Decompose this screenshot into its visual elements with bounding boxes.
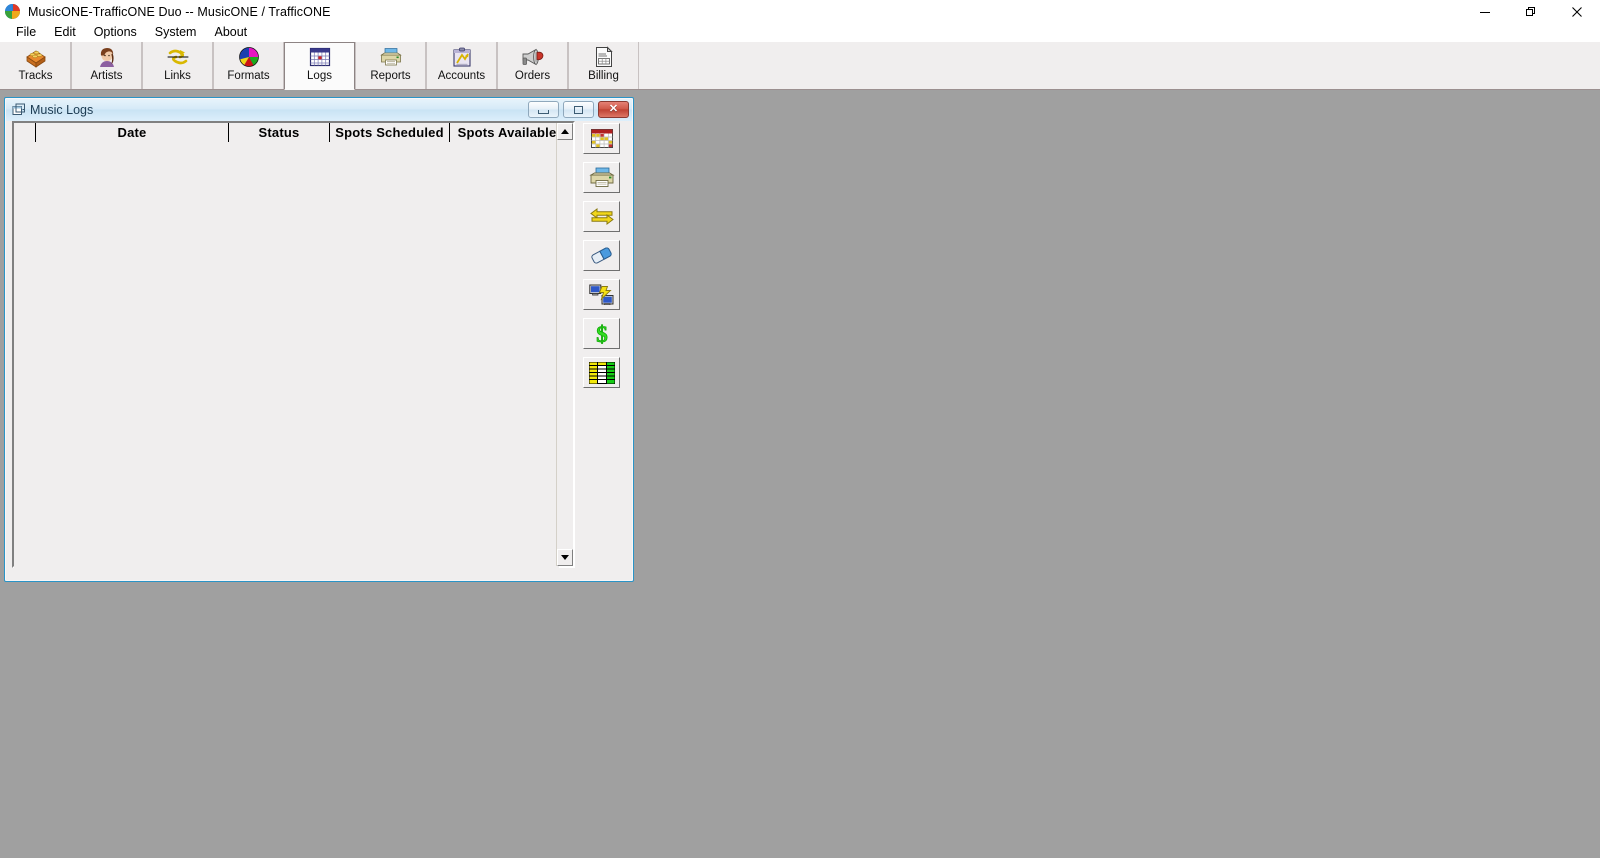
formats-pie-icon — [236, 45, 262, 69]
toolbar-label-artists: Artists — [90, 70, 123, 82]
mdi-window-icon — [12, 103, 26, 117]
menu-item-file[interactable]: File — [7, 24, 45, 42]
menu-item-edit[interactable]: Edit — [45, 24, 85, 42]
toolbar-button-links[interactable]: Links — [142, 42, 213, 89]
logs-grid-header-status[interactable]: Status — [229, 123, 330, 142]
toolbar-button-tracks[interactable]: Tracks — [0, 42, 71, 89]
toolbar-label-billing: Billing — [588, 70, 619, 82]
music-logs-titlebar[interactable]: Music Logs ✕ — [6, 99, 632, 121]
eraser-icon — [591, 247, 612, 264]
main-toolbar: Tracks Artists Links Formats Logs Report… — [0, 42, 1600, 90]
erase-log-button[interactable] — [583, 240, 620, 271]
menu-item-about[interactable]: About — [205, 24, 256, 42]
close-icon — [1572, 6, 1582, 17]
scroll-up-button[interactable] — [557, 123, 573, 140]
titlebar-left-group: MusicONE-TrafficONE Duo -- MusicONE / Tr… — [5, 0, 331, 23]
computer-transfer-icon — [589, 284, 614, 305]
music-logs-window: Music Logs ✕ Date Status Spots Scheduled… — [4, 97, 634, 582]
scrollbar-track[interactable] — [557, 140, 573, 549]
artist-person-icon — [94, 45, 120, 69]
logs-grid-header-spots-scheduled[interactable]: Spots Scheduled — [330, 123, 450, 142]
child-minimize-button[interactable] — [528, 101, 559, 118]
restore-button[interactable] — [1508, 0, 1554, 23]
scroll-up-arrow-icon — [561, 129, 569, 134]
export-log-button[interactable] — [583, 279, 620, 310]
logs-grid-header-date[interactable]: Date — [36, 123, 229, 142]
tracks-crate-icon — [23, 45, 49, 69]
close-icon: ✕ — [608, 103, 619, 115]
mdi-client-area: Music Logs ✕ Date Status Spots Scheduled… — [0, 90, 1600, 858]
dollar-sign-icon: $ — [595, 323, 608, 345]
toolbar-button-orders[interactable]: Orders — [497, 42, 568, 89]
billing-invoice-icon — [591, 45, 617, 69]
toolbar-label-tracks: Tracks — [18, 70, 53, 82]
toolbar-label-formats: Formats — [227, 70, 270, 82]
swap-arrows-icon — [589, 208, 614, 225]
child-close-button[interactable]: ✕ — [598, 101, 629, 118]
links-chain-icon — [165, 45, 191, 69]
billing-log-button[interactable]: $ — [583, 318, 620, 349]
logs-grid: Date Status Spots Scheduled Spots Availa… — [12, 121, 575, 570]
toolbar-label-accounts: Accounts — [437, 70, 486, 82]
menubar: File Edit Options System About — [0, 23, 1600, 42]
window-titlebar: MusicONE-TrafficONE Duo -- MusicONE / Tr… — [0, 0, 1600, 23]
toolbar-label-logs: Logs — [307, 70, 332, 82]
music-logs-title: Music Logs — [30, 103, 94, 117]
menu-item-system[interactable]: System — [146, 24, 206, 42]
menu-item-options[interactable]: Options — [85, 24, 146, 42]
toolbar-button-artists[interactable]: Artists — [71, 42, 142, 89]
minimize-icon — [538, 109, 549, 114]
window-controls — [1462, 0, 1600, 23]
orders-megaphone-icon — [520, 45, 546, 69]
generate-log-button[interactable] — [583, 123, 620, 154]
color-sphere-logo-icon — [5, 4, 20, 19]
reports-printer-icon — [378, 45, 404, 69]
scroll-down-arrow-icon — [561, 555, 569, 560]
close-button[interactable] — [1554, 0, 1600, 23]
toolbar-label-reports: Reports — [370, 70, 411, 82]
music-logs-window-controls: ✕ — [528, 101, 629, 118]
logs-grid-rows[interactable] — [14, 143, 559, 570]
window-title: MusicONE-TrafficONE Duo -- MusicONE / Tr… — [28, 4, 331, 19]
toolbar-button-billing[interactable]: Billing — [568, 42, 639, 89]
music-logs-body: Date Status Spots Scheduled Spots Availa… — [6, 121, 632, 580]
logs-side-toolbar: $ — [583, 123, 627, 396]
logs-grid-header-spots-available[interactable]: Spots Available — [450, 123, 564, 142]
toolbar-label-orders: Orders — [514, 70, 551, 82]
logs-calendar-icon — [307, 45, 333, 69]
toolbar-button-accounts[interactable]: Accounts — [426, 42, 497, 89]
child-maximize-button[interactable] — [563, 101, 594, 118]
print-log-button[interactable] — [583, 162, 620, 193]
calendar-icon — [590, 129, 613, 148]
minimize-icon — [1480, 11, 1490, 13]
reconcile-log-button[interactable] — [583, 201, 620, 232]
logs-grid-header-rownum[interactable] — [14, 123, 36, 142]
spreadsheet-grid-icon — [588, 361, 615, 384]
scroll-down-button[interactable] — [557, 549, 573, 566]
logs-grid-header-row: Date Status Spots Scheduled Spots Availa… — [14, 123, 573, 142]
logs-grid-vertical-scrollbar[interactable] — [556, 123, 573, 566]
printer-icon — [588, 167, 615, 187]
maximize-icon — [574, 105, 583, 114]
minimize-button[interactable] — [1462, 0, 1508, 23]
restore-icon — [1526, 6, 1535, 16]
toolbar-button-reports[interactable]: Reports — [355, 42, 426, 89]
toolbar-button-formats[interactable]: Formats — [213, 42, 284, 89]
spreadsheet-log-button[interactable] — [583, 357, 620, 388]
svg-text:$: $ — [596, 323, 608, 345]
toolbar-label-links: Links — [164, 70, 191, 82]
accounts-clipboard-icon — [449, 45, 475, 69]
application-window: MusicONE-TrafficONE Duo -- MusicONE / Tr… — [0, 0, 1600, 858]
toolbar-button-logs[interactable]: Logs — [284, 42, 355, 90]
